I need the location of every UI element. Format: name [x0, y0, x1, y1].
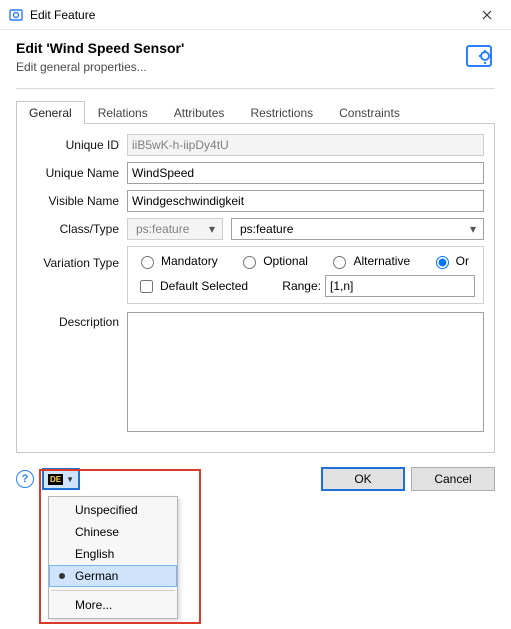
tab-general[interactable]: General	[16, 101, 85, 124]
tab-constraints[interactable]: Constraints	[326, 101, 413, 124]
radio-or[interactable]: Or	[431, 253, 469, 269]
row-variation-type: Variation Type Mandatory Optional Altern…	[27, 246, 484, 304]
edit-feature-icon	[463, 40, 495, 72]
description-field[interactable]	[127, 312, 484, 432]
close-icon	[482, 10, 492, 20]
language-menu: Unspecified Chinese English German More.…	[48, 496, 178, 619]
class-type-left-select: ps:feature ▾	[127, 218, 223, 240]
unique-name-field[interactable]	[127, 162, 484, 184]
label-unique-name: Unique Name	[27, 166, 127, 180]
label-unique-id: Unique ID	[27, 138, 127, 152]
class-type-left-value: ps:feature	[132, 222, 193, 236]
separator	[16, 88, 495, 89]
dialog-header: Edit 'Wind Speed Sensor' Edit general pr…	[0, 30, 511, 80]
label-description: Description	[27, 312, 127, 329]
lang-option-unspecified[interactable]: Unspecified	[49, 499, 177, 521]
row-visible-name: Visible Name	[27, 190, 484, 212]
menu-separator	[51, 590, 175, 591]
row-unique-name: Unique Name	[27, 162, 484, 184]
label-class-type: Class/Type	[27, 222, 127, 236]
radio-alternative[interactable]: Alternative	[328, 253, 410, 269]
language-dropdown-button[interactable]: DE ▼	[42, 468, 80, 490]
label-visible-name: Visible Name	[27, 194, 127, 208]
selected-dot-icon	[59, 573, 65, 579]
tab-page-general: Unique ID Unique Name Visible Name Class…	[16, 124, 495, 453]
lang-option-more[interactable]: More...	[49, 594, 177, 616]
flag-icon: DE	[48, 474, 63, 485]
checkbox-default-selected[interactable]: Default Selected	[136, 277, 248, 296]
radio-optional[interactable]: Optional	[238, 253, 308, 269]
row-class-type: Class/Type ps:feature ▾ ps:feature ▾	[27, 218, 484, 240]
help-button[interactable]: ?	[16, 470, 34, 488]
lang-option-english[interactable]: English	[49, 543, 177, 565]
row-description: Description	[27, 312, 484, 432]
lang-option-german[interactable]: German	[49, 565, 177, 587]
visible-name-field[interactable]	[127, 190, 484, 212]
label-range: Range:	[282, 279, 321, 293]
range-field[interactable]	[325, 275, 475, 297]
chevron-down-icon: ▼	[66, 475, 74, 484]
row-unique-id: Unique ID	[27, 134, 484, 156]
radio-mandatory[interactable]: Mandatory	[136, 253, 218, 269]
dialog-footer: ? DE ▼ OK Cancel	[16, 467, 495, 491]
page-subtitle: Edit general properties...	[16, 60, 463, 74]
tab-row: General Relations Attributes Restriction…	[16, 101, 495, 124]
window-title: Edit Feature	[24, 8, 469, 22]
page-title: Edit 'Wind Speed Sensor'	[16, 40, 463, 56]
tab-restrictions[interactable]: Restrictions	[237, 101, 326, 124]
tab-control: General Relations Attributes Restriction…	[16, 101, 495, 453]
label-variation-type: Variation Type	[27, 246, 127, 270]
unique-id-field	[127, 134, 484, 156]
tab-attributes[interactable]: Attributes	[161, 101, 238, 124]
title-bar: Edit Feature	[0, 0, 511, 30]
chevron-down-icon: ▾	[204, 222, 220, 236]
app-icon	[8, 7, 24, 23]
close-button[interactable]	[469, 1, 505, 29]
cancel-button[interactable]: Cancel	[411, 467, 495, 491]
class-type-right-value: ps:feature	[236, 222, 297, 236]
lang-option-chinese[interactable]: Chinese	[49, 521, 177, 543]
chevron-down-icon: ▾	[465, 222, 481, 236]
class-type-right-select[interactable]: ps:feature ▾	[231, 218, 484, 240]
variation-group: Mandatory Optional Alternative Or	[127, 246, 484, 304]
tab-relations[interactable]: Relations	[85, 101, 161, 124]
ok-button[interactable]: OK	[321, 467, 405, 491]
